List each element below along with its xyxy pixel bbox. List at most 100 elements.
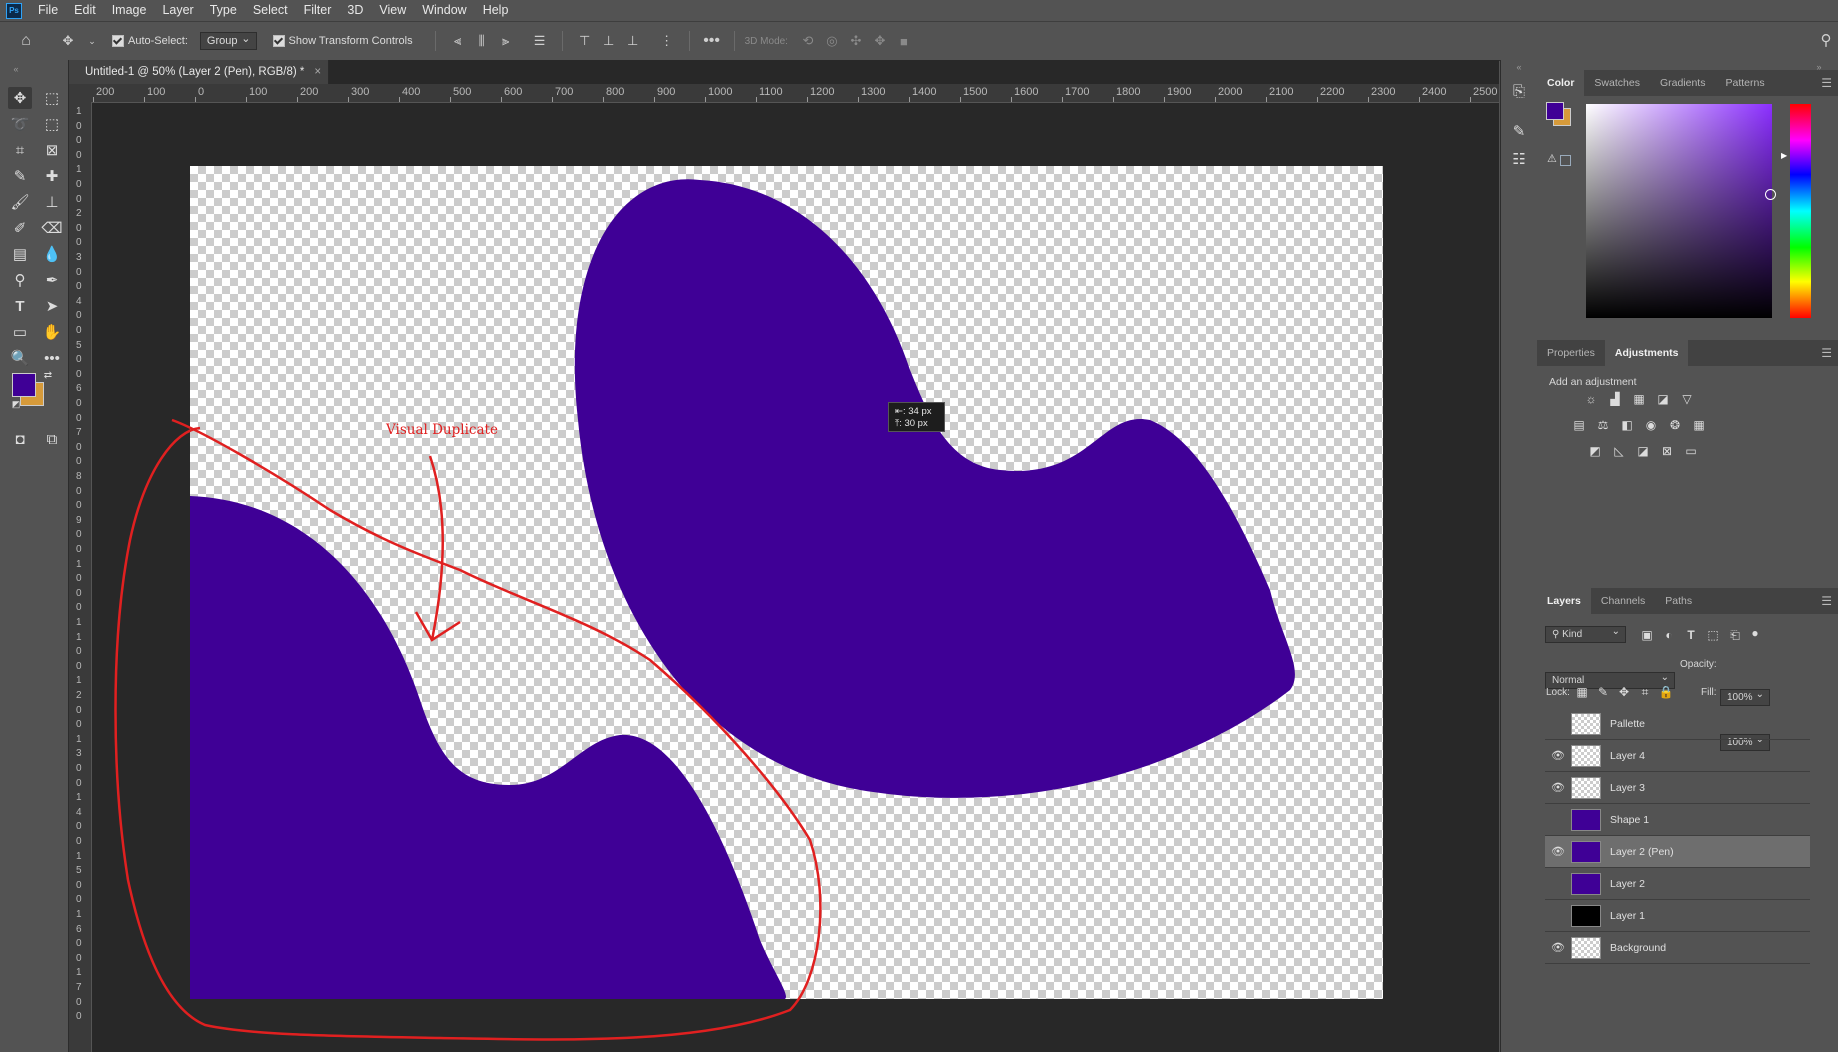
brightness-icon[interactable]: ☼ xyxy=(1583,392,1599,406)
color-picker-cursor[interactable] xyxy=(1765,189,1776,200)
selective-color-icon[interactable]: ⊠ xyxy=(1659,444,1675,458)
layer-thumbnail[interactable] xyxy=(1571,840,1601,863)
tab-adjustments[interactable]: Adjustments xyxy=(1604,340,1689,366)
more-tools-icon[interactable]: ••• xyxy=(40,347,64,369)
path-select-tool-icon[interactable]: ➤ xyxy=(40,295,64,317)
layer-row[interactable]: 👁 Background xyxy=(1545,932,1810,964)
layer-thumbnail[interactable] xyxy=(1571,872,1601,895)
history-brush-tool-icon[interactable]: ✐ xyxy=(8,217,32,239)
show-transform-toggle[interactable]: Show Transform Controls xyxy=(272,35,413,47)
marquee-tool-icon[interactable]: ⬚ xyxy=(40,87,64,109)
menu-view[interactable]: View xyxy=(371,0,414,21)
visibility-eye-icon[interactable]: 👁 xyxy=(1545,781,1571,794)
black-white-icon[interactable]: ◧ xyxy=(1619,418,1635,432)
layer-row[interactable]: Shape 1 xyxy=(1545,804,1810,836)
dodge-tool-icon[interactable]: ⚲ xyxy=(8,269,32,291)
align-center-icon[interactable]: ⫼ xyxy=(474,33,490,49)
document-canvas[interactable] xyxy=(190,166,1383,999)
zoom-tool-icon[interactable]: 🔍 xyxy=(8,347,32,369)
menu-window[interactable]: Window xyxy=(414,0,474,21)
align-bottom-icon[interactable]: ⊥ xyxy=(625,33,641,49)
layer-thumbnail[interactable] xyxy=(1571,712,1601,735)
menu-type[interactable]: Type xyxy=(202,0,245,21)
hue-saturation-icon[interactable]: ▤ xyxy=(1571,418,1587,432)
layer-thumbnail[interactable] xyxy=(1571,936,1601,959)
move-tool-icon[interactable]: ✥ xyxy=(60,33,76,49)
layer-row[interactable]: Layer 1 xyxy=(1545,900,1810,932)
horizontal-ruler[interactable]: 200 100 0 100 200 300 400 500 600 700 800 900 1000 11… xyxy=(91,84,1499,103)
tab-gradients[interactable]: Gradients xyxy=(1650,70,1716,96)
object-select-tool-icon[interactable]: ⬚ xyxy=(40,113,64,135)
quick-mask-icon[interactable]: ◘ xyxy=(8,428,32,450)
filter-smart-object-icon[interactable]: ⎗ xyxy=(1727,628,1743,642)
layer-thumbnail[interactable] xyxy=(1571,744,1601,767)
panel-menu-icon[interactable]: ☰ xyxy=(1821,76,1832,90)
gradient-map-icon[interactable]: ▭ xyxy=(1683,444,1699,458)
menu-3d[interactable]: 3D xyxy=(339,0,371,21)
layer-thumbnail[interactable] xyxy=(1571,808,1601,831)
align-middle-icon[interactable]: ⊥ xyxy=(601,33,617,49)
filter-adjustment-icon[interactable]: ◐ xyxy=(1661,628,1677,642)
layer-row[interactable]: 👁 Layer 2 (Pen) xyxy=(1545,836,1810,868)
layer-name[interactable]: Layer 1 xyxy=(1610,910,1645,922)
blur-tool-icon[interactable]: 💧 xyxy=(40,243,64,265)
screen-mode-icon[interactable]: ⧉ xyxy=(40,428,64,450)
menu-edit[interactable]: Edit xyxy=(66,0,104,21)
filter-type-icon[interactable]: T xyxy=(1683,628,1699,642)
layer-name[interactable]: Pallette xyxy=(1610,718,1645,730)
layer-name[interactable]: Layer 2 xyxy=(1610,878,1645,890)
align-left-icon[interactable]: ⫷ xyxy=(450,33,466,49)
collapse-icon[interactable]: « xyxy=(4,58,28,80)
rectangle-tool-icon[interactable]: ▭ xyxy=(8,321,32,343)
type-tool-icon[interactable]: T xyxy=(8,295,32,317)
show-transform-checkbox[interactable] xyxy=(272,35,285,47)
panel-foreground-swatch[interactable] xyxy=(1546,102,1564,120)
tool-preset-chevron-icon[interactable]: ⌄ xyxy=(84,33,100,49)
hue-slider-handle-icon[interactable]: ▶ xyxy=(1781,151,1787,160)
gradient-tool-icon[interactable]: ▤ xyxy=(8,243,32,265)
color-lookup-icon[interactable]: ▦ xyxy=(1691,418,1707,432)
default-colors-icon[interactable]: ◩ xyxy=(10,398,22,410)
align-right-icon[interactable]: ⫸ xyxy=(498,33,514,49)
vibrance-icon[interactable]: ▽ xyxy=(1679,392,1695,406)
lock-artboard-icon[interactable]: ⌗ xyxy=(1637,685,1653,699)
channel-mixer-icon[interactable]: ❂ xyxy=(1667,418,1683,432)
layer-row[interactable]: 👁 Layer 3 xyxy=(1545,772,1810,804)
tab-properties[interactable]: Properties xyxy=(1537,340,1605,366)
menu-select[interactable]: Select xyxy=(245,0,296,21)
lasso-tool-icon[interactable]: ➰ xyxy=(8,113,32,135)
menu-file[interactable]: File xyxy=(30,0,66,21)
opacity-field[interactable]: 100% xyxy=(1720,689,1770,706)
search-icon[interactable]: ⚲ xyxy=(1818,32,1834,49)
tab-swatches[interactable]: Swatches xyxy=(1584,70,1650,96)
menu-image[interactable]: Image xyxy=(104,0,155,21)
pen-tool-icon[interactable]: ✒ xyxy=(40,269,64,291)
curves-icon[interactable]: ▦ xyxy=(1631,392,1647,406)
tab-color[interactable]: Color xyxy=(1537,70,1585,96)
lock-position-icon[interactable]: ✥ xyxy=(1616,685,1632,699)
expand-dock-icon[interactable]: « xyxy=(1507,56,1531,78)
menu-help[interactable]: Help xyxy=(475,0,517,21)
ruler-origin[interactable] xyxy=(69,84,92,103)
menu-filter[interactable]: Filter xyxy=(296,0,340,21)
color-picker-field[interactable] xyxy=(1586,104,1772,318)
filter-pixel-icon[interactable]: ▣ xyxy=(1639,628,1655,642)
crop-tool-icon[interactable]: ⌗ xyxy=(8,139,32,161)
layer-row[interactable]: 👁 Layer 4 xyxy=(1545,740,1810,772)
vertical-ruler[interactable]: 1 0 0 0 1 0 0 2 0 0 3 0 0 4 0 0 5 0 0 6 0 0 7 0 0 8 0 0 9 0 0 1 0 0 0 1 1 0 0 1… xyxy=(69,102,92,1052)
layer-name[interactable]: Layer 2 (Pen) xyxy=(1610,846,1674,858)
home-icon[interactable]: ⌂ xyxy=(18,32,34,49)
hand-tool-icon[interactable]: ✋ xyxy=(40,321,64,343)
healing-brush-tool-icon[interactable]: ✚ xyxy=(40,165,64,187)
tab-layers[interactable]: Layers xyxy=(1537,588,1591,614)
threshold-icon[interactable]: ◪ xyxy=(1635,444,1651,458)
invert-icon[interactable]: ◩ xyxy=(1587,444,1603,458)
eyedropper-tool-icon[interactable]: ✎ xyxy=(8,165,32,187)
layer-row[interactable]: Pallette xyxy=(1545,708,1810,740)
lock-transparent-icon[interactable]: ▦ xyxy=(1574,685,1590,699)
visibility-eye-icon[interactable]: 👁 xyxy=(1545,941,1571,954)
levels-icon[interactable]: ▟ xyxy=(1607,392,1623,406)
visibility-eye-icon[interactable]: 👁 xyxy=(1545,749,1571,762)
menu-layer[interactable]: Layer xyxy=(154,0,201,21)
foreground-color-swatch[interactable] xyxy=(12,373,36,397)
